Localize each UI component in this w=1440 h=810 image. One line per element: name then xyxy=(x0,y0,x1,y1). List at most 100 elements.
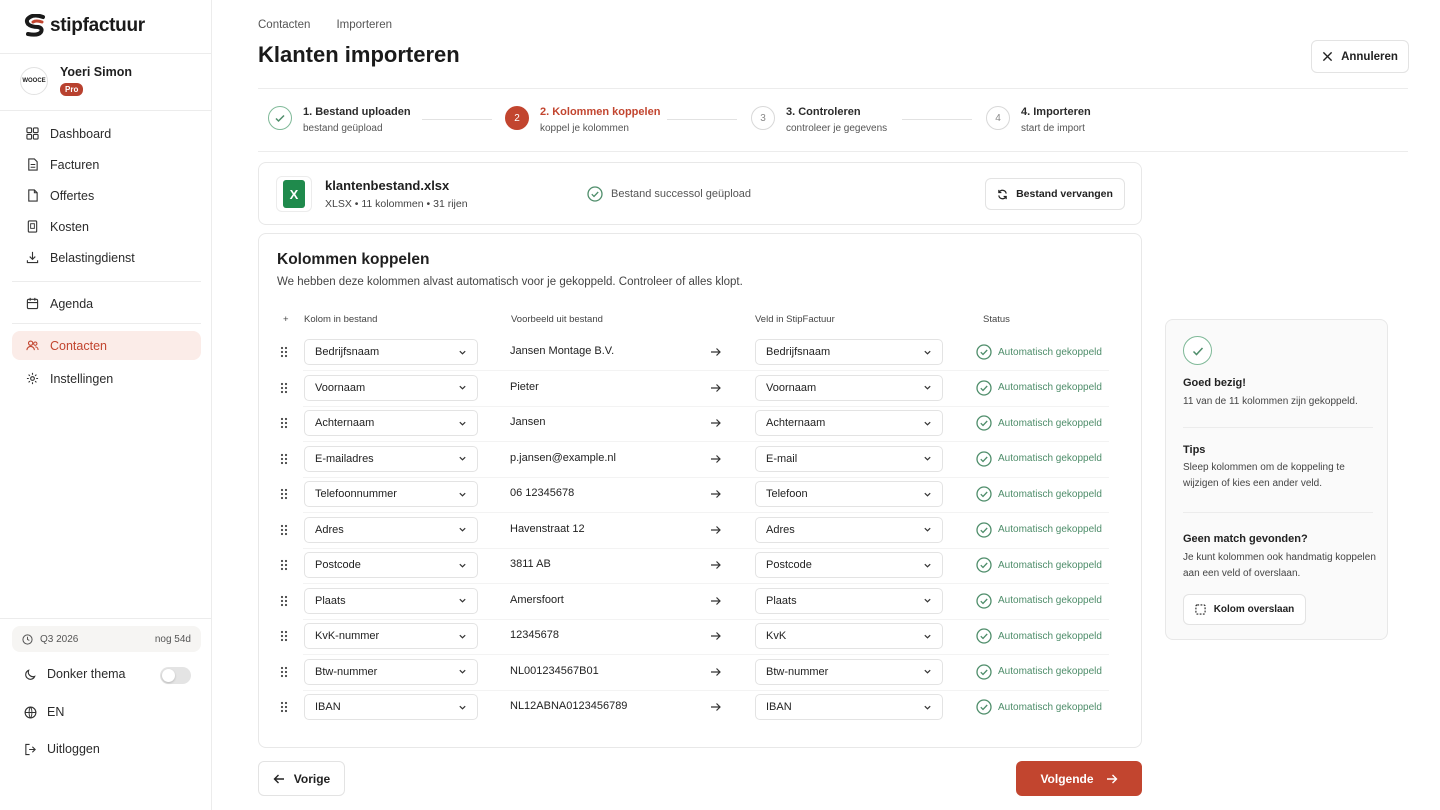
skip-column-button[interactable]: Kolom overslaan xyxy=(1183,594,1306,625)
check-circle-icon xyxy=(976,415,992,431)
target-field-select[interactable]: Btw-nummer xyxy=(755,658,943,685)
target-field-select[interactable]: KvK xyxy=(755,623,943,649)
chevron-down-icon xyxy=(924,492,931,497)
previous-label: Vorige xyxy=(293,771,331,786)
source-column-select[interactable]: E-mailadres xyxy=(304,445,478,472)
sidebar-item-label: Facturen xyxy=(50,157,100,172)
source-column-select[interactable]: KvK-nummer xyxy=(304,623,478,649)
language-switch[interactable]: EN xyxy=(24,705,64,719)
chevron-down-icon xyxy=(924,705,931,710)
source-column-select[interactable]: Telefoonnummer xyxy=(304,481,478,507)
sample-value: Pieter xyxy=(510,380,539,393)
target-field-select[interactable]: Achternaam xyxy=(755,410,943,436)
source-column-value: Telefoonnummer xyxy=(315,488,397,500)
drag-handle-icon[interactable] xyxy=(280,595,288,607)
table-row: Adres Havenstraat 12 Adres Automatisch geko… xyxy=(259,512,1139,549)
source-column-value: Bedrijfsnaam xyxy=(315,346,380,358)
target-field-value: Telefoon xyxy=(766,488,808,500)
sidebar-item-agenda[interactable]: Agenda xyxy=(12,289,201,318)
mapping-status: Automatisch gekoppeld xyxy=(976,450,1102,467)
target-field-select[interactable]: Bedrijfsnaam xyxy=(755,339,943,365)
source-column-select[interactable]: Plaats xyxy=(304,587,478,614)
target-field-select[interactable]: Postcode xyxy=(755,552,943,578)
chevron-down-icon xyxy=(459,669,466,674)
mapping-status: Automatisch gekoppeld xyxy=(976,699,1102,715)
sidebar-item-offertes[interactable]: Offertes xyxy=(12,181,201,210)
mapping-status: Automatisch gekoppeld xyxy=(976,344,1102,360)
dark-theme-toggle[interactable] xyxy=(160,667,191,684)
target-field-select[interactable]: Telefoon xyxy=(755,481,943,507)
brand-logo[interactable]: stipfactuur xyxy=(24,14,145,38)
step-done-circle xyxy=(268,106,292,130)
mapping-status-text: Automatisch gekoppeld xyxy=(998,701,1102,713)
mapping-title: Kolommen koppelen xyxy=(277,251,430,268)
source-column-select[interactable]: IBAN xyxy=(304,694,478,720)
source-column-select[interactable]: Btw-nummer xyxy=(304,658,478,685)
source-column-select[interactable]: Postcode xyxy=(304,552,478,578)
quarter-indicator[interactable]: Q3 2026 nog 54d xyxy=(12,626,201,652)
column-header-source: Kolom in bestand xyxy=(304,314,378,325)
sidebar-item-kosten[interactable]: Kosten xyxy=(12,212,201,241)
drag-handle-icon[interactable] xyxy=(280,488,288,500)
replace-file-button[interactable]: Bestand vervangen xyxy=(985,178,1125,210)
source-column-select[interactable]: Achternaam xyxy=(304,410,478,436)
drag-handle-icon[interactable] xyxy=(280,453,288,465)
clock-icon xyxy=(22,633,33,645)
target-field-select[interactable]: IBAN xyxy=(755,694,943,720)
source-column-select[interactable]: Bedrijfsnaam xyxy=(304,339,478,365)
drag-handle-icon[interactable] xyxy=(280,417,288,429)
arrow-right-icon xyxy=(711,561,721,569)
target-field-select[interactable]: Adres xyxy=(755,516,943,543)
logout-icon xyxy=(25,743,36,755)
drag-handle-icon[interactable] xyxy=(280,666,288,678)
mapping-status-text: Automatisch gekoppeld xyxy=(998,488,1102,500)
step-connector xyxy=(902,119,972,120)
step-import: 4 4. Importeren start de import xyxy=(986,106,1091,134)
chevron-down-icon xyxy=(459,456,466,461)
chevron-down-icon xyxy=(459,634,466,639)
target-field-select[interactable]: Plaats xyxy=(755,587,943,614)
sidebar-item-dashboard[interactable]: Dashboard xyxy=(12,119,201,148)
sidebar-item-instellingen[interactable]: Instellingen xyxy=(12,364,201,393)
divider xyxy=(0,110,211,111)
source-column-select[interactable]: Voornaam xyxy=(304,374,478,401)
logout-button[interactable]: Uitloggen xyxy=(24,742,100,756)
arrow-right-icon xyxy=(711,490,721,498)
sample-value: p.jansen@example.nl xyxy=(510,451,616,464)
arrow-right-icon xyxy=(711,667,721,676)
drag-handle-icon[interactable] xyxy=(280,346,288,358)
tips-title: Tips xyxy=(1183,444,1206,456)
check-circle-icon xyxy=(587,186,603,202)
logout-label: Uitloggen xyxy=(47,742,100,756)
column-header-target: Veld in StipFactuur xyxy=(755,314,835,325)
drag-handle-icon[interactable] xyxy=(280,701,288,713)
source-column-select[interactable]: Adres xyxy=(304,516,478,543)
arrow-right-icon xyxy=(711,348,721,356)
next-button[interactable]: Volgende xyxy=(1016,761,1142,796)
sample-value: 3811 AB xyxy=(510,558,551,570)
target-field-select[interactable]: E-mail xyxy=(755,445,943,472)
sidebar-item-facturen[interactable]: Facturen xyxy=(12,150,201,179)
language-label: EN xyxy=(47,705,65,719)
check-circle-icon xyxy=(976,663,992,680)
dark-theme-label: Donker thema xyxy=(47,667,126,681)
drag-handle-icon[interactable] xyxy=(280,524,288,536)
check-circle-icon xyxy=(976,521,992,538)
drag-handle-icon[interactable] xyxy=(280,559,288,571)
user-profile[interactable]: WOOCE Yoeri Simon Pro xyxy=(20,64,132,96)
breadcrumb-item-contacten[interactable]: Contacten xyxy=(258,19,310,31)
users-icon xyxy=(26,339,39,352)
target-field-select[interactable]: Voornaam xyxy=(755,374,943,401)
drag-handle-icon[interactable] xyxy=(280,382,288,394)
arrow-right-icon xyxy=(711,703,721,711)
sidebar-item-contacten[interactable]: Contacten xyxy=(12,331,201,360)
sidebar-item-belastingdienst[interactable]: Belastingdienst xyxy=(12,243,201,272)
chevron-down-icon xyxy=(459,598,466,603)
cancel-button[interactable]: Annuleren xyxy=(1311,40,1409,73)
drag-handle-icon[interactable] xyxy=(280,630,288,642)
step-upload: 1. Bestand uploaden bestand geüpload xyxy=(268,106,411,134)
sidebar-item-label: Instellingen xyxy=(50,371,114,386)
previous-button[interactable]: Vorige xyxy=(258,761,345,796)
file-icon xyxy=(26,189,39,202)
mapping-status-text: Automatisch gekoppeld xyxy=(998,666,1102,677)
